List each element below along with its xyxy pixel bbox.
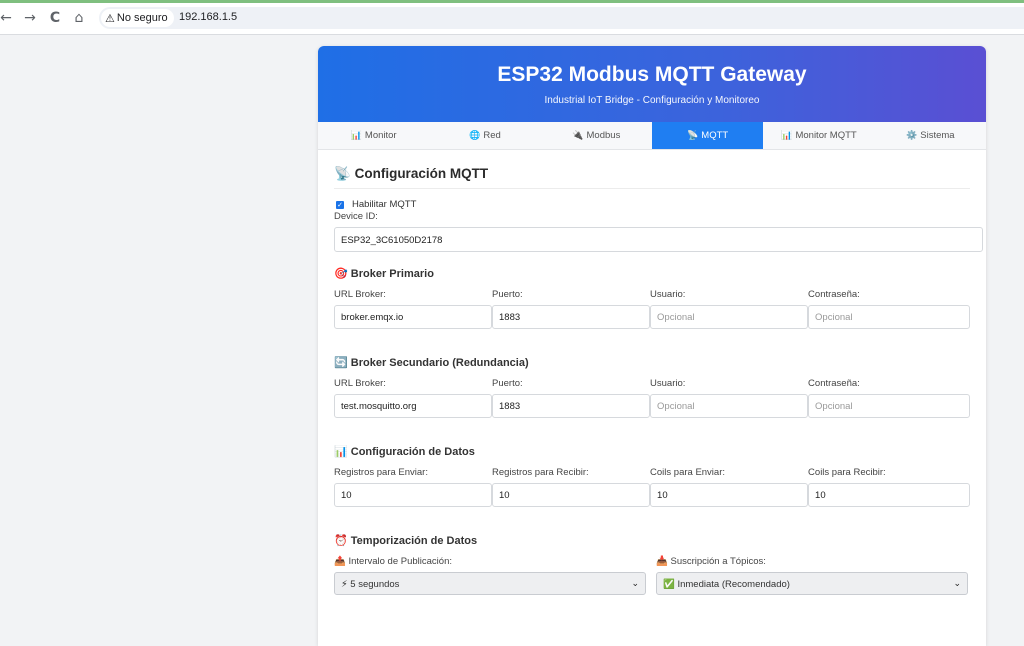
page-header: ESP32 Modbus MQTT Gateway Industrial IoT… — [318, 46, 986, 122]
inbox-icon: 📥 — [656, 556, 668, 567]
secondary-port-label: Puerto: — [492, 378, 523, 389]
recv-registers-input[interactable]: 10 — [492, 483, 651, 507]
tab-monitor-mqtt[interactable]: 📊 Monitor MQTT — [763, 122, 874, 149]
tab-label: MQTT — [701, 130, 729, 141]
plug-icon: 🔌 — [572, 131, 584, 141]
tab-label: Sistema — [920, 130, 955, 141]
forward-icon[interactable]: → — [20, 8, 40, 28]
browser-toolbar: ← → C ⌂ ⚠ No seguro 192.168.1.5 — [0, 3, 1024, 35]
primary-broker-inputs: broker.emqx.io 1883 Opcional Opcional — [334, 305, 970, 329]
address-bar[interactable]: ⚠ No seguro 192.168.1.5 — [99, 7, 1024, 29]
alarm-clock-icon: ⏰ — [334, 534, 348, 547]
back-icon[interactable]: ← — [0, 8, 16, 28]
primary-broker-labels: URL Broker: Puerto: Usuario: Contraseña: — [334, 289, 970, 300]
reload-icon[interactable]: C — [45, 8, 65, 28]
tab-monitor[interactable]: 📊 Monitor — [318, 122, 429, 149]
secondary-broker-title: 🔄 Broker Secundario (Redundancia) — [334, 356, 970, 369]
subscription-value: ✅ Inmediata (Recomendado) — [663, 579, 790, 590]
section-title-text: Configuración MQTT — [354, 166, 489, 181]
secondary-pass-label: Contraseña: — [808, 378, 860, 389]
enable-mqtt-label: Habilitar MQTT — [352, 199, 417, 210]
recv-coils-input[interactable]: 10 — [808, 483, 970, 507]
primary-user-input[interactable]: Opcional — [650, 305, 809, 329]
subscription-select[interactable]: ✅ Inmediata (Recomendado) ⌄ — [656, 572, 968, 595]
primary-user-label: Usuario: — [650, 289, 686, 300]
warning-icon: ⚠ — [105, 11, 115, 25]
security-indicator[interactable]: ⚠ No seguro — [101, 9, 174, 27]
recv-registers-label: Registros para Recibir: — [492, 467, 589, 478]
chevron-down-icon: ⌄ — [631, 579, 639, 589]
tab-red[interactable]: 🌐 Red — [429, 122, 540, 149]
publish-interval-select[interactable]: ⚡ 5 segundos ⌄ — [334, 572, 646, 595]
url-text[interactable]: 192.168.1.5 — [179, 11, 237, 23]
publish-interval-label: 📤 Intervalo de Publicación: — [334, 556, 656, 567]
mqtt-config-content: 📡 Configuración MQTT ✓ Habilitar MQTT De… — [318, 150, 986, 595]
page-title: ESP32 Modbus MQTT Gateway — [497, 63, 807, 86]
recv-coils-label: Coils para Recibir: — [808, 467, 886, 478]
secondary-user-input[interactable]: Opcional — [650, 394, 809, 418]
gear-icon: ⚙️ — [906, 131, 918, 141]
timing-title-text: Temporización de Datos — [350, 535, 478, 547]
primary-broker-title-text: Broker Primario — [350, 268, 434, 280]
subscription-label: 📥 Suscripción a Tópicos: — [656, 556, 766, 567]
satellite-icon: 📡 — [687, 131, 699, 141]
outbox-icon: 📤 — [334, 556, 346, 567]
publish-interval-label-text: Intervalo de Publicación: — [348, 556, 452, 567]
home-icon[interactable]: ⌂ — [69, 8, 89, 28]
primary-port-label: Puerto: — [492, 289, 523, 300]
chevron-down-icon: ⌄ — [953, 579, 961, 589]
secondary-port-input[interactable]: 1883 — [492, 394, 651, 418]
page-subtitle: Industrial IoT Bridge - Configuración y … — [544, 95, 760, 106]
enable-mqtt-row: ✓ Habilitar MQTT — [334, 199, 970, 210]
data-config-title-text: Configuración de Datos — [350, 446, 475, 458]
primary-pass-input[interactable]: Opcional — [808, 305, 970, 329]
data-config-inputs: 10 10 10 10 — [334, 483, 970, 507]
secondary-url-input[interactable]: test.mosquitto.org — [334, 394, 493, 418]
subscription-label-text: Suscripción a Tópicos: — [670, 556, 766, 567]
secondary-url-label: URL Broker: — [334, 378, 386, 389]
tab-bar: 📊 Monitor 🌐 Red 🔌 Modbus 📡 MQTT 📊 Monitor MQT… — [318, 122, 986, 150]
primary-url-input[interactable]: broker.emqx.io — [334, 305, 493, 329]
primary-port-input[interactable]: 1883 — [492, 305, 651, 329]
gateway-panel: ESP32 Modbus MQTT Gateway Industrial IoT… — [318, 46, 986, 646]
tab-mqtt[interactable]: 📡 MQTT — [651, 122, 764, 149]
tab-modbus[interactable]: 🔌 Modbus — [541, 122, 652, 149]
chart-icon: 📊 — [334, 445, 348, 458]
timing-title: ⏰ Temporización de Datos — [334, 534, 970, 547]
tab-label: Red — [483, 130, 501, 141]
send-registers-label: Registros para Enviar: — [334, 467, 428, 478]
tab-label: Monitor MQTT — [795, 130, 857, 141]
send-coils-label: Coils para Enviar: — [650, 467, 726, 478]
chart-icon: 📊 — [350, 131, 362, 141]
data-config-labels: Registros para Enviar: Registros para Re… — [334, 467, 970, 478]
satellite-icon: 📡 — [334, 166, 351, 182]
device-id-label: Device ID: — [334, 211, 378, 222]
tab-sistema[interactable]: ⚙️ Sistema — [875, 122, 986, 149]
primary-broker-title: 🎯 Broker Primario — [334, 267, 970, 280]
secondary-broker-title-text: Broker Secundario (Redundancia) — [350, 357, 529, 369]
send-registers-input[interactable]: 10 — [334, 483, 493, 507]
section-title: 📡 Configuración MQTT — [334, 150, 970, 189]
tab-label: Modbus — [586, 130, 621, 141]
globe-icon: 🌐 — [469, 131, 481, 141]
secondary-broker-inputs: test.mosquitto.org 1883 Opcional Opciona… — [334, 394, 970, 418]
tab-label: Monitor — [364, 130, 397, 141]
secondary-broker-labels: URL Broker: Puerto: Usuario: Contraseña: — [334, 378, 970, 389]
send-coils-input[interactable]: 10 — [650, 483, 809, 507]
chart-icon: 📊 — [781, 131, 793, 141]
timing-labels: 📤 Intervalo de Publicación: 📥 Suscripció… — [334, 556, 970, 567]
publish-interval-value: ⚡ 5 segundos — [341, 579, 400, 590]
device-id-input[interactable]: ESP32_3C61050D2178 — [334, 227, 983, 252]
security-label: No seguro — [116, 12, 168, 24]
enable-mqtt-checkbox[interactable]: ✓ — [336, 200, 344, 209]
refresh-icon: 🔄 — [334, 356, 348, 369]
primary-url-label: URL Broker: — [334, 289, 386, 300]
primary-pass-label: Contraseña: — [808, 289, 860, 300]
data-config-title: 📊 Configuración de Datos — [334, 445, 970, 458]
secondary-pass-input[interactable]: Opcional — [808, 394, 970, 418]
target-icon: 🎯 — [334, 267, 348, 280]
secondary-user-label: Usuario: — [650, 378, 686, 389]
timing-selects: ⚡ 5 segundos ⌄ ✅ Inmediata (Recomendado)… — [334, 572, 970, 595]
